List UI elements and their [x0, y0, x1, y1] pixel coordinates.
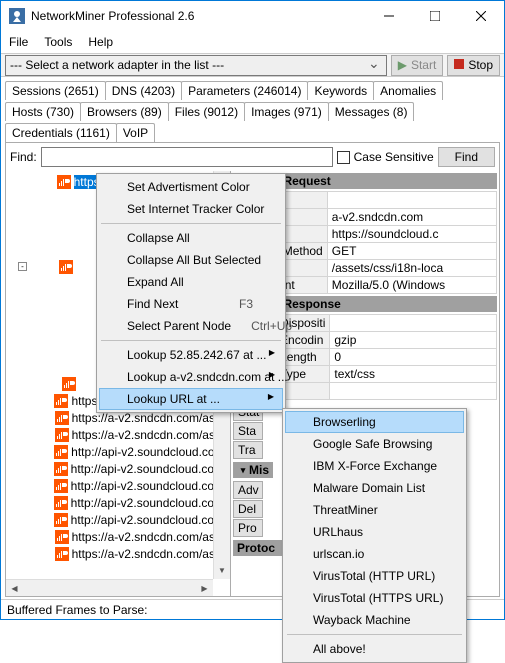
soundcloud-icon [55, 530, 69, 544]
tree-item[interactable]: http://api-v2.soundcloud.com/paym [8, 477, 228, 494]
adapter-select[interactable]: --- Select a network adapter in the list… [5, 55, 387, 76]
submenu-wayback[interactable]: Wayback Machine [285, 609, 464, 631]
tree-item[interactable]: https://a-v2.sndcdn.com/assets/im [8, 545, 228, 562]
soundcloud-icon [55, 428, 69, 442]
soundcloud-icon [55, 547, 69, 561]
submenu-gsb[interactable]: Google Safe Browsing [285, 433, 464, 455]
adv-button[interactable]: Adv [233, 481, 263, 499]
tree-item-label: http://api-v2.soundcloud.com/paym [71, 513, 228, 527]
tree-item-label: https://a-v2.sndcdn.com/assets/im [72, 530, 228, 544]
tab-credentials[interactable]: Credentials (1161) [5, 123, 117, 142]
soundcloud-icon [54, 496, 68, 510]
tree-item[interactable]: http://api-v2.soundcloud.com/paym [8, 511, 228, 528]
window-title: NetworkMiner Professional 2.6 [31, 9, 366, 23]
tree-item[interactable]: http://api-v2.soundcloud.com/paym [8, 460, 228, 477]
tab-browsers[interactable]: Browsers (89) [80, 102, 169, 121]
tree-item[interactable]: http://api-v2.soundcloud.com/featu [8, 443, 228, 460]
tree-item-label: http://api-v2.soundcloud.com/paym [71, 462, 228, 476]
tree-item-label: https://a-v2.sndcdn.com/assets/im [72, 428, 228, 442]
submenu-all-above[interactable]: All above! [285, 638, 464, 660]
transfer-button[interactable]: Tra [233, 441, 263, 459]
ctx-expand-all[interactable]: Expand All [99, 271, 283, 293]
soundcloud-icon [54, 513, 68, 527]
context-menu[interactable]: Set Advertisment Color Set Internet Trac… [96, 173, 286, 413]
lookup-url-submenu[interactable]: Browserling Google Safe Browsing IBM X-F… [282, 408, 467, 663]
submenu-vt-https[interactable]: VirusTotal (HTTPS URL) [285, 587, 464, 609]
submenu-threatminer[interactable]: ThreatMiner [285, 499, 464, 521]
ctx-find-next[interactable]: Find NextF3 [99, 293, 283, 315]
close-button[interactable] [458, 1, 504, 31]
protocol-header[interactable]: Protoc [233, 540, 283, 556]
find-label: Find: [10, 150, 37, 164]
minimize-button[interactable] [366, 1, 412, 31]
soundcloud-icon [54, 445, 68, 459]
stop-button[interactable]: Stop [447, 55, 500, 76]
stop-icon [454, 58, 464, 72]
app-icon [9, 8, 25, 24]
soundcloud-icon [55, 411, 69, 425]
ctx-lookup-ip[interactable]: Lookup 52.85.242.67 at ... [99, 344, 283, 366]
start-button-small[interactable]: Sta [233, 422, 263, 440]
tab-content: Find: Case Sensitive Find https://a-v2.s… [5, 142, 500, 597]
soundcloud-icon [57, 175, 71, 189]
start-icon: ▶ [398, 58, 407, 72]
tabs-row-2: Hosts (730) Browsers (89) Files (9012) I… [1, 98, 504, 142]
case-sensitive-label: Case Sensitive [354, 150, 434, 164]
tree-item-label: http://api-v2.soundcloud.com/featu [71, 445, 228, 459]
tab-images[interactable]: Images (971) [244, 102, 329, 121]
tree-item[interactable]: https://a-v2.sndcdn.com/assets/im [8, 426, 228, 443]
submenu-xforce[interactable]: IBM X-Force Exchange [285, 455, 464, 477]
buffered-label: Buffered Frames to Parse: [7, 603, 148, 617]
del-button[interactable]: Del [233, 500, 263, 518]
adapter-select-text: --- Select a network adapter in the list… [10, 58, 224, 72]
soundcloud-icon [54, 479, 68, 493]
maximize-button[interactable] [412, 1, 458, 31]
pro-button[interactable]: Pro [233, 519, 263, 537]
find-input[interactable] [41, 147, 333, 167]
soundcloud-icon [59, 260, 73, 274]
ctx-lookup-url[interactable]: Lookup URL at ... [99, 388, 283, 410]
ctx-collapse-all-but[interactable]: Collapse All But Selected [99, 249, 283, 271]
ctx-set-tracker-color[interactable]: Set Internet Tracker Color [99, 198, 283, 220]
tab-messages[interactable]: Messages (8) [328, 102, 415, 121]
tree-scrollbar-horizontal[interactable]: ◀▶ [6, 579, 213, 596]
submenu-browserling[interactable]: Browserling [285, 411, 464, 433]
tabs-row-1: Sessions (2651) DNS (4203) Parameters (2… [1, 77, 504, 100]
ctx-collapse-all[interactable]: Collapse All [99, 227, 283, 249]
start-button[interactable]: ▶ Start [391, 55, 444, 76]
soundcloud-icon [54, 394, 68, 408]
case-sensitive-checkbox[interactable] [337, 151, 350, 164]
tree-item-label: http://api-v2.soundcloud.com/paym [71, 496, 228, 510]
soundcloud-icon [54, 462, 68, 476]
menu-bar: File Tools Help [1, 31, 504, 53]
tree-item-label: https://a-v2.sndcdn.com/assets/im [72, 547, 228, 561]
menu-help[interactable]: Help [88, 35, 113, 49]
tab-voip[interactable]: VoIP [116, 123, 155, 142]
submenu-vt-http[interactable]: VirusTotal (HTTP URL) [285, 565, 464, 587]
menu-file[interactable]: File [9, 35, 28, 49]
tree-item[interactable]: http://api-v2.soundcloud.com/paym [8, 494, 228, 511]
find-bar: Find: Case Sensitive Find [6, 143, 499, 171]
tab-files[interactable]: Files (9012) [168, 102, 245, 121]
misc-header[interactable]: ▾Mis [233, 462, 273, 478]
menu-tools[interactable]: Tools [44, 35, 72, 49]
tab-hosts[interactable]: Hosts (730) [5, 102, 81, 121]
title-bar: NetworkMiner Professional 2.6 [1, 1, 504, 31]
find-button[interactable]: Find [438, 147, 495, 167]
adapter-toolbar: --- Select a network adapter in the list… [1, 53, 504, 77]
submenu-mdl[interactable]: Malware Domain List [285, 477, 464, 499]
tree-item-label: http://api-v2.soundcloud.com/paym [71, 479, 228, 493]
submenu-urlscan[interactable]: urlscan.io [285, 543, 464, 565]
ctx-set-ad-color[interactable]: Set Advertisment Color [99, 176, 283, 198]
ctx-lookup-host[interactable]: Lookup a-v2.sndcdn.com at ... [99, 366, 283, 388]
submenu-urlhaus[interactable]: URLhaus [285, 521, 464, 543]
tree-item[interactable]: https://a-v2.sndcdn.com/assets/im [8, 528, 228, 545]
tree-expander[interactable]: - [18, 262, 27, 271]
soundcloud-icon [62, 377, 76, 391]
ctx-select-parent[interactable]: Select Parent NodeCtrl+Up [99, 315, 283, 337]
